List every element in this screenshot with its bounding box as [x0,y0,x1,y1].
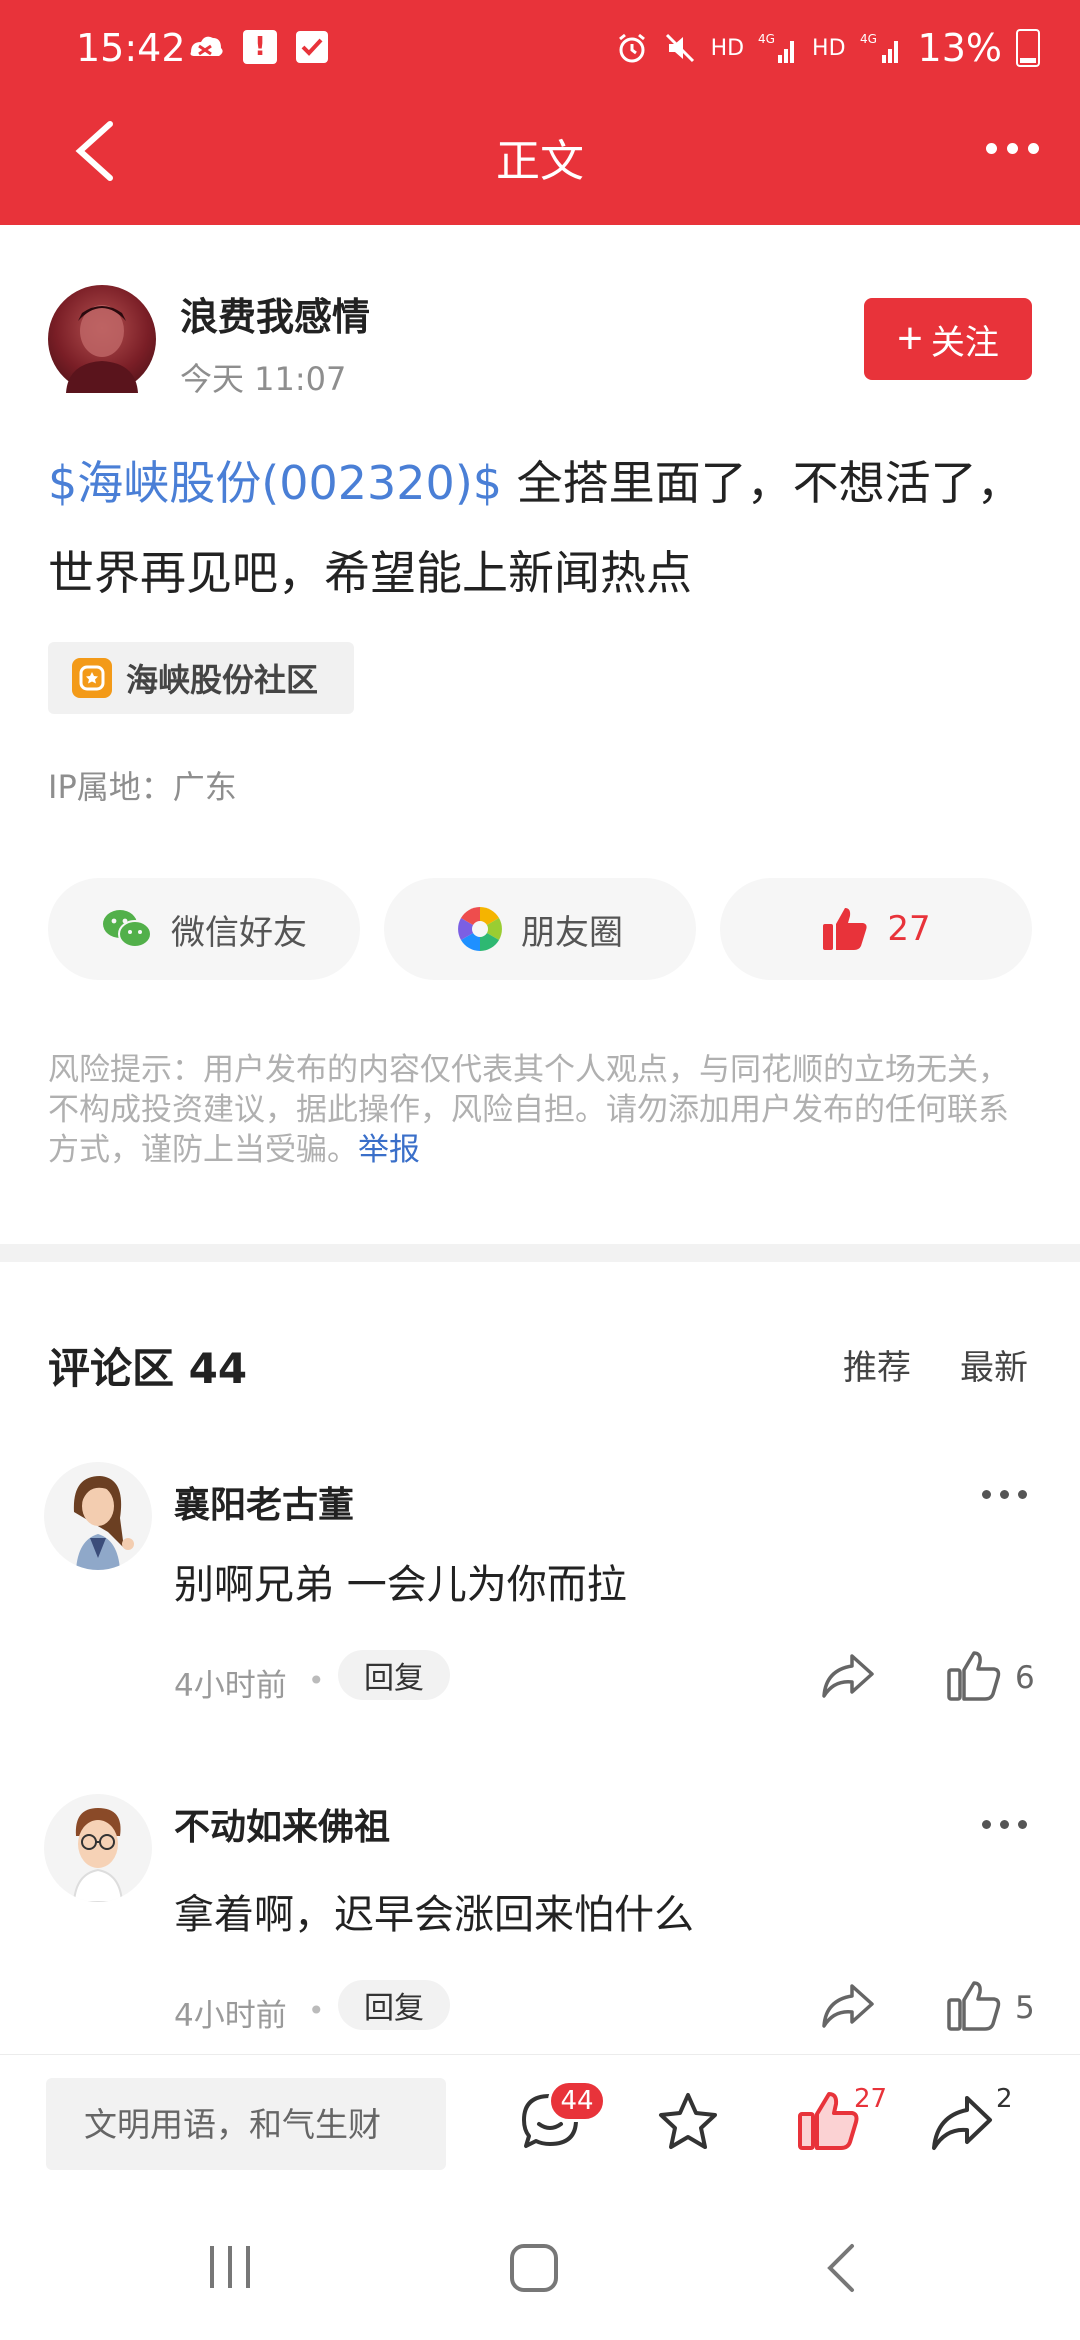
commenter-avatar[interactable] [44,1794,152,1902]
alert-notification-icon: ! [243,30,277,64]
like-count-badge: 27 [854,2084,888,2114]
reply-button[interactable]: 回复 [338,1980,450,2030]
thumb-up-icon[interactable] [946,1650,1002,1702]
plus-icon: + [897,314,923,363]
post-content: $海峡股份(002320)$ 全搭里面了，不想活了，世界再见吧，希望能上新闻热点 [48,438,1038,618]
sort-recommended-tab[interactable]: 推荐 [843,1340,911,1389]
section-divider [0,1244,1080,1262]
home-icon[interactable] [508,2242,560,2294]
commenter-name[interactable]: 襄阳老古董 [174,1476,354,1528]
community-chip[interactable]: 海峡股份社区 [48,642,354,714]
comment-more-icon[interactable] [982,1820,1027,1829]
comment-input[interactable] [46,2078,446,2170]
moments-icon [458,907,502,951]
mute-icon [665,33,694,63]
comment-time: 4小时前 [174,1668,287,1704]
status-time: 15:42 [76,26,186,70]
share-icon[interactable] [820,1650,876,1702]
share-count-badge: 2 [996,2084,1013,2114]
battery-percent: 13% [917,26,1002,70]
share-moments-button[interactable]: 朋友圈 [384,878,696,980]
dot-separator: • [308,1664,325,1697]
community-icon [72,658,112,698]
wechat-icon [103,910,152,948]
app-header: 15:42 ! HD 4G HD 4G 13% 正文 [0,0,1080,225]
share-icon[interactable] [820,1980,876,2032]
star-icon[interactable] [656,2090,720,2154]
like-count: 27 [887,909,931,949]
share-wechat-button[interactable]: 微信好友 [48,878,360,980]
cloud-icon [190,36,223,56]
follow-label: 关注 [930,323,999,362]
thumb-up-icon[interactable] [796,2090,860,2154]
avatar-portrait-icon [66,305,138,393]
community-label: 海峡股份社区 [126,661,319,699]
share-icon[interactable] [930,2090,994,2154]
reply-button[interactable]: 回复 [338,1650,450,1700]
comment-text: 拿着啊，迟早会涨回来怕什么 [174,1892,694,1938]
author-name[interactable]: 浪费我感情 [180,286,370,341]
nav-back-icon[interactable] [822,2242,858,2294]
checkbox-notification-icon [296,31,328,63]
comments-title: 评论区 44 [48,1344,248,1393]
comment-like-count: 6 [1015,1660,1035,1696]
author-avatar[interactable] [48,285,156,393]
svg-text:4G: 4G [758,32,775,46]
hd-label-2: HD [812,35,846,61]
moments-label: 朋友圈 [521,912,623,953]
stock-tag-link[interactable]: $海峡股份(002320)$ [48,456,502,510]
comment-time: 4小时前 [174,1998,287,2034]
risk-text: 风险提示：用户发布的内容仅代表其个人观点，与同花顺的立场无关，不构成投资建议，据… [48,1052,1009,1168]
comment-count-badge: 44 [548,2080,606,2122]
status-system-icons: HD 4G HD 4G 13% [615,26,1040,70]
ip-location: IP属地：广东 [48,768,237,806]
system-nav-bar [0,2200,1080,2340]
wechat-label: 微信好友 [171,912,307,953]
comment-like-count: 5 [1015,1990,1035,2026]
signal-icon-1: 4G [758,32,795,63]
follow-button[interactable]: + 关注 [864,298,1032,380]
commenter-avatar[interactable] [44,1462,152,1570]
post-time: 今天 11:07 [180,360,347,398]
commenter-name[interactable]: 不动如来佛祖 [174,1798,390,1850]
thumb-up-icon [823,908,867,950]
avatar-girl-icon [73,1476,134,1570]
dot-separator: • [308,1994,325,2027]
report-link[interactable]: 举报 [358,1132,420,1168]
more-icon[interactable] [986,138,1050,158]
battery-icon [1016,29,1040,67]
avatar-man-icon [72,1808,124,1902]
signal-icon-2: 4G [860,32,898,63]
svg-text:4G: 4G [860,32,877,46]
comment-text: 别啊兄弟 一会儿为你而拉 [174,1562,627,1608]
recent-apps-icon[interactable] [206,2242,256,2292]
page-title: 正文 [496,136,584,187]
alarm-icon [618,33,645,63]
sort-latest-tab[interactable]: 最新 [960,1340,1028,1389]
risk-notice: 风险提示：用户发布的内容仅代表其个人观点，与同花顺的立场无关，不构成投资建议，据… [48,1050,1038,1170]
comment-more-icon[interactable] [982,1490,1027,1499]
hd-label-1: HD [710,35,745,61]
like-button[interactable]: 27 [720,878,1032,980]
status-notification-icons: ! [185,30,329,64]
thumb-up-icon[interactable] [946,1980,1002,2032]
